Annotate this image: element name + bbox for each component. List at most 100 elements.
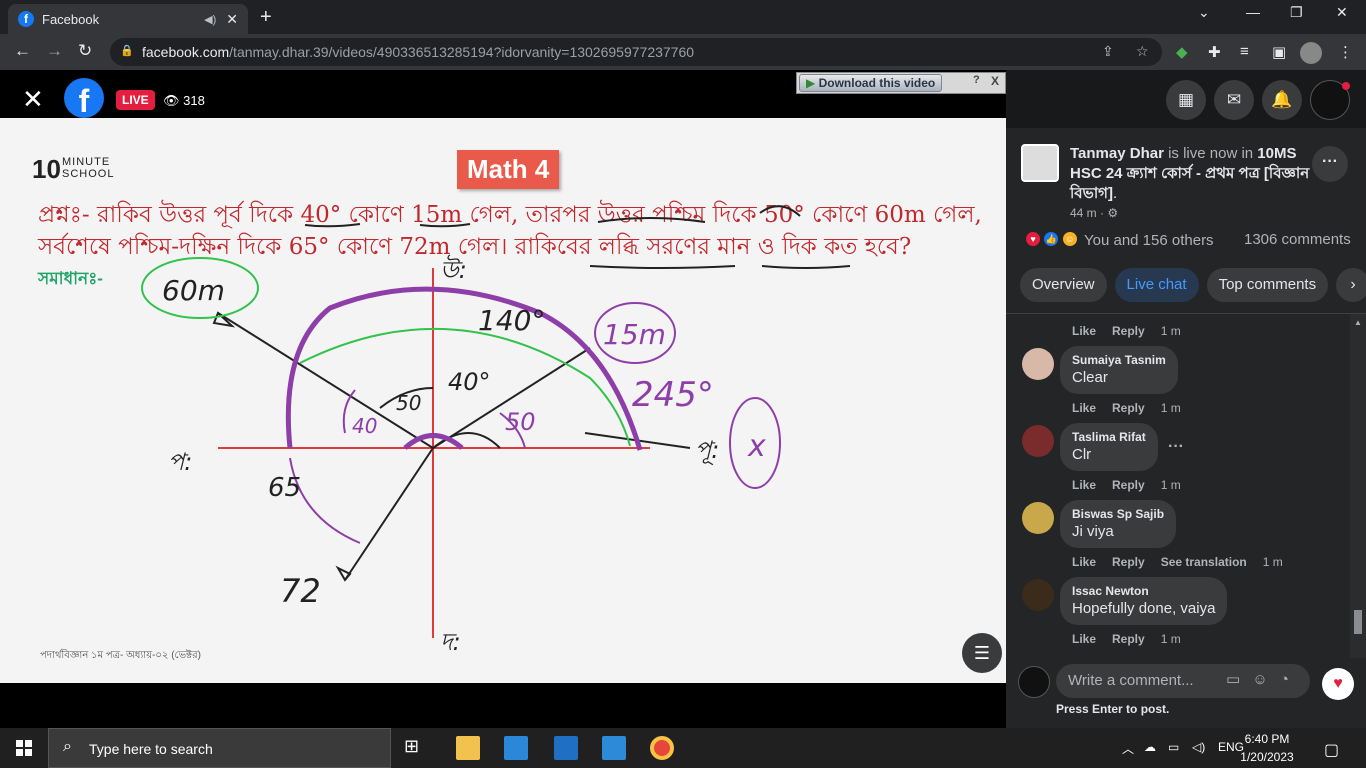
- browser-tab-facebook[interactable]: f Facebook ◀) ✕: [8, 4, 248, 34]
- minimize-icon[interactable]: —: [1246, 4, 1260, 20]
- side-panel-icon[interactable]: ▣: [1272, 43, 1286, 61]
- browser-tab-bar: f Facebook ◀) ✕ + ⌄ — ❐ ✕: [0, 0, 1366, 34]
- speaker-icon[interactable]: ◀): [204, 13, 216, 26]
- like-link[interactable]: Like: [1072, 478, 1096, 492]
- reaction-icons[interactable]: ♥ 👍 ☺: [1024, 230, 1079, 248]
- viewer-count: 👁 318: [163, 93, 205, 108]
- chrome-icon[interactable]: [650, 736, 674, 760]
- restore-icon[interactable]: ❐: [1290, 4, 1303, 21]
- task-view-icon[interactable]: ⊞: [404, 736, 428, 760]
- like-link[interactable]: Like: [1072, 632, 1096, 646]
- commenter-avatar[interactable]: [1022, 502, 1054, 534]
- download-help-icon[interactable]: ?: [973, 74, 980, 86]
- new-tab-icon[interactable]: +: [260, 6, 272, 29]
- video-player[interactable]: ✕ f LIVE 👁 318 ▶ Download this video ? X…: [0, 70, 1006, 728]
- taskbar-search[interactable]: ⌕ Type here to search: [48, 728, 391, 768]
- comment-text: Hopefully done, vaiya: [1072, 600, 1216, 617]
- tab-overview[interactable]: Overview: [1020, 268, 1107, 302]
- clock[interactable]: 6:40 PM 1/20/2023: [1228, 730, 1306, 766]
- like-link[interactable]: Like: [1072, 555, 1096, 569]
- composer-avatar[interactable]: [1018, 666, 1050, 698]
- label-x: x: [747, 429, 766, 464]
- extensions-puzzle-icon[interactable]: ✚: [1208, 43, 1221, 61]
- like-reaction-icon: 👍: [1042, 230, 1061, 248]
- tab-top-comments[interactable]: Top comments: [1206, 268, 1329, 302]
- notification-dot: [1342, 82, 1350, 90]
- scroll-thumb[interactable]: [1354, 610, 1362, 634]
- extension-globe-icon[interactable]: ◆: [1176, 43, 1188, 61]
- chrome-menu-icon[interactable]: ⋮: [1338, 43, 1353, 61]
- reactions-text[interactable]: You and 156 others: [1084, 232, 1214, 249]
- url-text[interactable]: facebook.com/tanmay.dhar.39/videos/49033…: [142, 44, 694, 60]
- mail-icon[interactable]: [554, 736, 578, 760]
- facebook-logo-icon[interactable]: f: [64, 78, 104, 119]
- reply-link[interactable]: Reply: [1112, 401, 1145, 415]
- video-menu-icon[interactable]: ☰: [962, 633, 1002, 673]
- commenter-avatar[interactable]: [1022, 348, 1054, 380]
- volume-icon[interactable]: ◁): [1192, 740, 1205, 754]
- like-link[interactable]: Like: [1072, 324, 1096, 338]
- weather-icon[interactable]: ☁: [1144, 740, 1156, 754]
- reply-link[interactable]: Reply: [1112, 632, 1145, 646]
- media-control-icon[interactable]: ≡: [1240, 43, 1249, 60]
- post-more-options-icon[interactable]: ···: [1312, 146, 1348, 182]
- tab-close-icon[interactable]: ✕: [226, 11, 238, 28]
- messenger-icon[interactable]: ✉: [1214, 80, 1254, 120]
- sticker-icon[interactable]: ◔: [1280, 671, 1289, 688]
- like-link[interactable]: Like: [1072, 401, 1096, 415]
- notification-center-icon[interactable]: ▢: [1324, 740, 1339, 760]
- reply-link[interactable]: Reply: [1112, 324, 1145, 338]
- commenter-name[interactable]: Sumaiya Tasnim: [1072, 353, 1166, 367]
- tab-search-icon[interactable]: ⌄: [1198, 4, 1210, 21]
- reply-link[interactable]: Reply: [1112, 478, 1145, 492]
- address-bar[interactable]: 🔒 facebook.com/tanmay.dhar.39/videos/490…: [110, 38, 1162, 66]
- windows-start-icon[interactable]: [16, 740, 32, 756]
- whiteboard: 10 MINUTE SCHOOL Math 4 প্রশ্নঃ- রাকিব উত…: [0, 118, 1006, 683]
- share-icon[interactable]: ⇪: [1102, 43, 1114, 60]
- reply-link[interactable]: Reply: [1112, 555, 1145, 569]
- love-reaction-icon: ♥: [1024, 230, 1042, 248]
- reload-icon[interactable]: ↻: [78, 41, 92, 61]
- comment-bubble: Sumaiya Tasnim Clear: [1060, 346, 1178, 394]
- back-icon[interactable]: ←: [14, 41, 31, 61]
- east-label: পূ:: [695, 436, 719, 465]
- commenter-name[interactable]: Biswas Sp Sajib: [1072, 507, 1164, 521]
- lock-icon[interactable]: 🔒: [120, 44, 134, 57]
- tab-live-chat[interactable]: Live chat: [1114, 268, 1199, 302]
- download-video-button[interactable]: ▶ Download this video: [799, 74, 943, 92]
- notifications-bell-icon[interactable]: 🔔: [1262, 80, 1302, 120]
- comment-options-icon[interactable]: ···: [1168, 438, 1184, 456]
- profile-avatar[interactable]: [1300, 42, 1322, 64]
- menu-grid-icon[interactable]: ▦: [1166, 80, 1206, 120]
- comment-text: Clr: [1072, 446, 1092, 463]
- facebook-favicon-icon: f: [18, 11, 34, 27]
- tabs-next-icon[interactable]: ›: [1336, 268, 1366, 302]
- poster-name[interactable]: Tanmay Dhar: [1070, 145, 1164, 162]
- commenter-avatar[interactable]: [1022, 579, 1054, 611]
- file-explorer-icon[interactable]: [456, 736, 480, 760]
- see-translation-link[interactable]: See translation: [1161, 555, 1247, 569]
- commenter-name[interactable]: Taslima Rifat: [1072, 430, 1146, 444]
- love-reaction-button[interactable]: ♥: [1322, 668, 1354, 700]
- commenter-avatar[interactable]: [1022, 425, 1054, 457]
- microsoft-store-icon[interactable]: [504, 736, 528, 760]
- browser-toolbar: ← → ↻ 🔒 facebook.com/tanmay.dhar.39/vide…: [0, 34, 1366, 70]
- comment-count[interactable]: 1306 comments: [1244, 231, 1351, 248]
- comments-scrollbar[interactable]: ▲: [1350, 314, 1366, 658]
- download-toolbar: ▶ Download this video ? X: [796, 72, 1006, 94]
- avatar-sticker-icon[interactable]: ▭: [1226, 671, 1240, 688]
- emoji-icon[interactable]: ☺: [1252, 671, 1267, 688]
- play-icon: ▶: [806, 76, 816, 90]
- forward-icon[interactable]: →: [46, 41, 63, 61]
- vscode-icon[interactable]: [602, 736, 626, 760]
- bookmark-star-icon[interactable]: ☆: [1136, 43, 1149, 60]
- north-label: উ:: [440, 254, 467, 284]
- close-video-icon[interactable]: ✕: [22, 86, 44, 112]
- scroll-up-icon[interactable]: ▲: [1354, 318, 1362, 327]
- download-close-icon[interactable]: X: [991, 74, 999, 88]
- poster-avatar[interactable]: [1021, 144, 1059, 182]
- network-icon[interactable]: ▭: [1168, 740, 1179, 754]
- commenter-name[interactable]: Issac Newton: [1072, 584, 1215, 598]
- tray-chevron-icon[interactable]: ︿: [1122, 740, 1134, 757]
- window-close-icon[interactable]: ✕: [1336, 4, 1348, 21]
